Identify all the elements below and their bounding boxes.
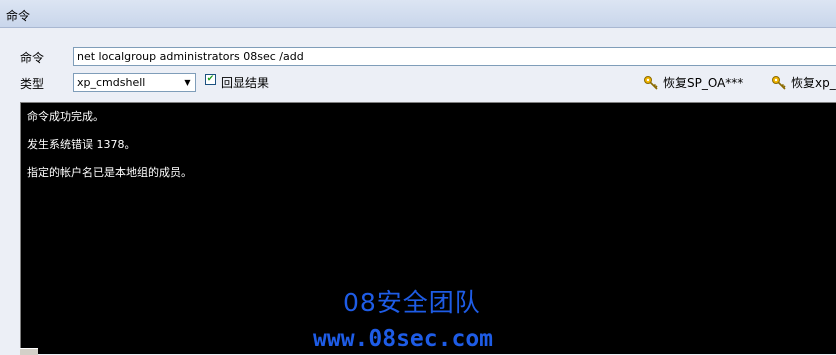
chevron-down-icon[interactable]: ▼	[180, 74, 195, 91]
restore-sp-oa-label: 恢复SP_OA***	[663, 76, 744, 90]
restore-xp-label: 恢复xp_c	[791, 76, 836, 90]
watermark-url: www.08sec.com	[313, 326, 494, 352]
type-select-value: xp_cmdshell	[77, 76, 146, 89]
restore-sp-oa-button[interactable]: 恢复SP_OA***	[643, 74, 743, 91]
type-select[interactable]: xp_cmdshell ▼	[73, 73, 196, 92]
console-line: 指定的帐户名已是本地组的成员。	[27, 166, 192, 179]
key-icon	[772, 75, 786, 90]
window-title: 命令	[6, 9, 31, 23]
echo-result-label[interactable]: 回显结果	[221, 74, 269, 91]
command-input[interactable]: net localgroup administrators 08sec /add	[73, 47, 836, 66]
command-label: 命令	[20, 51, 45, 65]
key-icon	[644, 75, 658, 90]
window-titlebar: 命令	[0, 0, 836, 28]
watermark-team-name: 08安全团队	[343, 288, 481, 317]
type-label: 类型	[20, 77, 45, 91]
echo-result-checkbox[interactable]: ✔	[205, 74, 216, 85]
console-line: 命令成功完成。	[27, 110, 104, 123]
restore-xp-button[interactable]: 恢复xp_c	[771, 74, 836, 91]
console-line: 发生系统错误 1378。	[27, 138, 136, 151]
